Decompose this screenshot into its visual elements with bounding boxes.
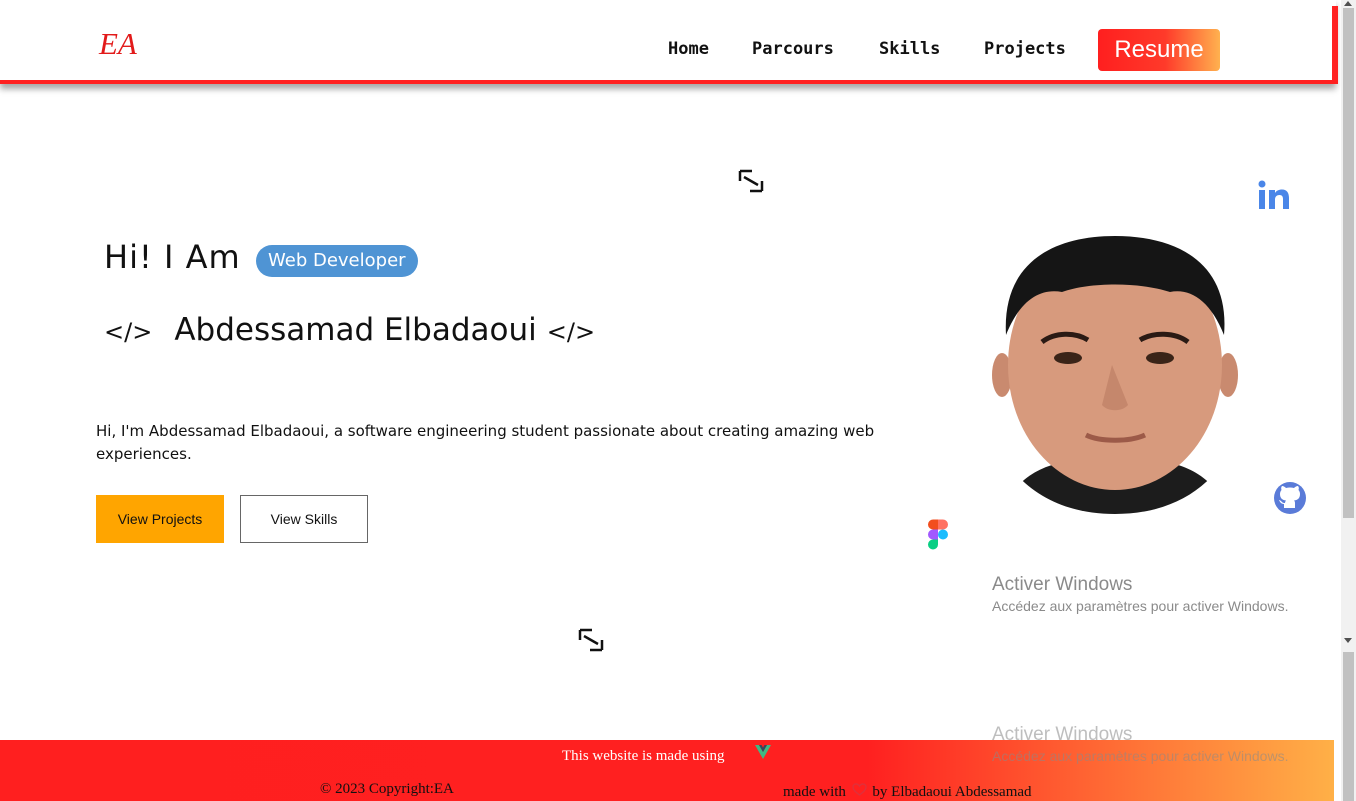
nav-skills[interactable]: Skills bbox=[879, 39, 940, 59]
nav-projects[interactable]: Projects bbox=[984, 39, 1066, 59]
code-tag-open: </> bbox=[104, 318, 153, 346]
site-logo[interactable]: EA bbox=[99, 26, 137, 62]
footer-by: by Elbadaoui Abdessamad bbox=[872, 784, 1032, 800]
hero-name: Abdessamad Elbadaoui bbox=[174, 312, 537, 348]
watermark-title: Activer Windows bbox=[992, 574, 1133, 595]
heart-icon bbox=[851, 783, 867, 796]
profile-photo bbox=[990, 230, 1240, 514]
role-badge: Web Developer bbox=[256, 245, 418, 277]
footer-made-using: This website is made using bbox=[562, 748, 725, 764]
github-icon[interactable] bbox=[1273, 481, 1307, 515]
nav-parcours[interactable]: Parcours bbox=[752, 39, 834, 59]
resize-icon bbox=[578, 628, 604, 652]
windows-activation-watermark-overlay: Activer Windows Accédez aux paramètres p… bbox=[992, 724, 1288, 764]
footer-credit: made with by Elbadaoui Abdessamad bbox=[783, 783, 1032, 801]
windows-activation-watermark: Activer Windows Accédez aux paramètres p… bbox=[992, 574, 1288, 614]
vue-icon[interactable] bbox=[755, 745, 771, 759]
header-edge-accent bbox=[1332, 6, 1338, 84]
page-scrollbar[interactable] bbox=[1341, 0, 1356, 801]
resume-button[interactable]: Resume bbox=[1098, 29, 1220, 71]
footer-made-with: made with bbox=[783, 784, 846, 800]
linkedin-icon[interactable] bbox=[1258, 180, 1290, 210]
scroll-down-arrow-icon[interactable] bbox=[1344, 638, 1352, 643]
scroll-up-arrow-icon[interactable] bbox=[1344, 1, 1352, 6]
watermark-subtitle: Accédez aux paramètres pour activer Wind… bbox=[992, 598, 1289, 614]
watermark-subtitle: Accédez aux paramètres pour activer Wind… bbox=[992, 748, 1289, 764]
figma-icon[interactable] bbox=[927, 519, 949, 551]
scroll-thumb[interactable] bbox=[1343, 8, 1354, 518]
view-skills-button[interactable]: View Skills bbox=[240, 495, 368, 543]
nav-home[interactable]: Home bbox=[668, 39, 709, 59]
resize-icon bbox=[738, 169, 764, 193]
view-projects-button[interactable]: View Projects bbox=[96, 495, 224, 543]
hero-name-line: </> Abdessamad Elbadaoui </> bbox=[104, 312, 595, 348]
scroll-thumb-secondary[interactable] bbox=[1343, 652, 1354, 801]
footer-copyright: © 2023 Copyright:EA bbox=[320, 781, 454, 797]
site-header: EA Home Parcours Skills Projects Resume bbox=[0, 0, 1336, 84]
watermark-title: Activer Windows bbox=[992, 724, 1133, 745]
hero-greeting: Hi! I Am bbox=[104, 238, 241, 276]
code-tag-close: </> bbox=[546, 318, 596, 346]
hero-intro: Hi, I'm Abdessamad Elbadaoui, a software… bbox=[96, 422, 875, 463]
